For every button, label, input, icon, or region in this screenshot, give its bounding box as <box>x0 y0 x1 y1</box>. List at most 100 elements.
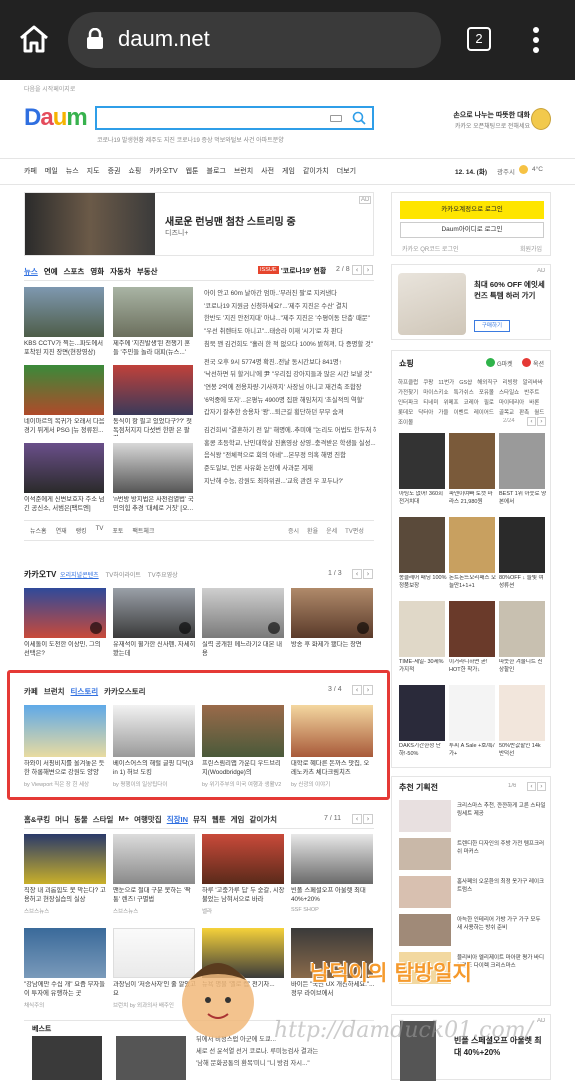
shopping-thumb[interactable] <box>399 685 445 741</box>
news-thumb-caption[interactable]: 제주에 '지진발생'된 전쟁기 혼들 '주민들 놀라 대피(뉴스...' <box>113 340 195 358</box>
news-tab[interactable]: 연예 <box>44 266 58 277</box>
recommend-thumb[interactable] <box>399 838 451 870</box>
next-arrow-icon[interactable]: › <box>537 782 546 791</box>
recommend-thumb[interactable] <box>399 876 451 908</box>
recommend-caption[interactable]: 아늑한 인테리어 가방 가구 가구 모두 새 사용하는 방쉬 준비 <box>457 916 547 944</box>
news-headline[interactable]: 갑자기 잘추한 승용차 '꽝'...퇴근길 횡단하던 부부 숨져 <box>204 407 376 416</box>
url-text[interactable]: daum.net <box>118 26 210 52</box>
cafe-source[interactable]: by 신광의 이야기 <box>291 780 375 788</box>
shopping-thumb[interactable] <box>499 517 545 573</box>
news-headline[interactable]: 음식왕 "전체적으로 회의 아녜"...본부정 의혹 해명 진함 <box>204 450 376 459</box>
shopping-caption[interactable]: 80%OFF ↓ 늘빛 여성류션 <box>499 575 547 593</box>
news-headline[interactable]: '연봉 2억에 전용차량·기사까지' 사장님 아니고 재건축 조합장 <box>204 382 376 391</box>
news-thumb-caption[interactable]: 네이마르의 복귀가 오래서 다음 경기 뛰게서 PSG [뉴 정류된... <box>24 418 106 436</box>
play-icon[interactable] <box>268 622 280 634</box>
news-sub-tab[interactable]: 포토 <box>112 526 123 535</box>
cafe-thumb[interactable] <box>113 705 195 757</box>
kakaotv-tab[interactable]: 오리지널콘텐츠 <box>60 570 99 579</box>
shopping-link[interactable]: 위메프 <box>443 398 458 406</box>
home-icon[interactable] <box>18 24 50 54</box>
kakao-login-button[interactable]: 카카오계정으로 로그인 <box>400 201 544 219</box>
shopping-caption[interactable]: 이거라니하면 곧! HOT한 착가↓ <box>449 659 497 677</box>
shopping-link[interactable]: 조이몰 <box>398 418 413 426</box>
auction-link[interactable]: 옥션 <box>533 359 544 368</box>
news-headline[interactable]: 지난해 수능, 강원도 최하위권...'교육 관련 우 꼬두나?' <box>204 476 376 485</box>
issue-text[interactable]: '코로나19' 현황 <box>281 266 326 276</box>
news-right-link[interactable]: 증시 <box>288 526 299 535</box>
news-sub-tab[interactable]: 랭킹 <box>76 526 87 535</box>
lifestyle-tab[interactable]: 뮤직 <box>193 814 207 825</box>
news-headline[interactable]: 준도일보, 언론 사유화 논란에 사과문 게재 <box>204 463 376 472</box>
cafe-tab[interactable]: 티스토리 <box>71 686 99 697</box>
shopping-thumb[interactable] <box>449 685 495 741</box>
best-line[interactable]: '남해 문화공통의 환복'미니 "니 방검 자시..." <box>196 1058 371 1067</box>
news-tab[interactable]: 뉴스 <box>24 266 38 277</box>
lifestyle-thumb[interactable] <box>202 834 284 884</box>
lifestyle-caption[interactable]: 직장 내 괴롭힘도 못 막는다? 고용허고 현장실습의 실상 <box>24 887 108 905</box>
shopping-link[interactable]: 가전찾기 <box>398 388 418 396</box>
cafe-source[interactable]: by 평행이의 일상팁다이 <box>113 780 197 788</box>
lifestyle-tab[interactable]: 스타일 <box>93 814 114 825</box>
prev-arrow-icon[interactable]: ‹ <box>527 782 536 791</box>
cafe-source[interactable]: by Viewport 직은 장 힌 세상 <box>24 780 108 788</box>
shopping-link[interactable]: 가을 <box>438 408 448 416</box>
kakaotv-caption[interactable]: 이세돌이 도전한 이상민, 그의 선택은? <box>24 641 108 659</box>
shopping-link[interactable]: 코레아 <box>464 398 479 406</box>
shopping-link[interactable]: 마이테리아 <box>499 398 524 406</box>
promo-line-2[interactable]: 카카오 오픈채팅으로 전해세요 <box>420 121 530 130</box>
shopping-link[interactable]: 쿠팡 <box>423 378 433 386</box>
kakaotv-tab[interactable]: TV하이라이트 <box>106 570 141 579</box>
lifestyle-tab[interactable]: M+ <box>118 814 129 825</box>
lifestyle-source[interactable]: 스브스뉴스 <box>113 907 197 915</box>
set-homepage-link[interactable]: 다음을 시작페이지로 <box>24 84 75 93</box>
cafe-thumb[interactable] <box>291 705 373 757</box>
best-line[interactable]: 세로 선 윤석열 선거 코로나. 루미능검사 결과는 <box>196 1046 371 1055</box>
cafe-tab[interactable]: 브런치 <box>44 686 65 697</box>
recommend-thumb[interactable] <box>399 914 451 946</box>
shopping-thumb[interactable] <box>449 433 495 489</box>
right-ad[interactable]: 최대 60% OFF 에잇세컨즈 특템 하러 가기 구매하기 AD <box>391 264 551 340</box>
lifestyle-source[interactable]: 스브스뉴스 <box>24 907 108 915</box>
news-headline[interactable]: 전국 오후 9시 5774명 확진..전날 동시간보다 841명↑ <box>204 357 376 366</box>
gnb-item[interactable]: 게임 <box>282 166 295 178</box>
shopping-link[interactable]: 티네미 <box>423 398 438 406</box>
gnb-item[interactable]: 카카오TV <box>149 166 177 178</box>
prev-arrow-icon[interactable]: ‹ <box>352 814 362 824</box>
news-headline[interactable]: '코로나19 지원금 신청하세요!'...'제주 지진은 수산' 결치 <box>204 301 376 310</box>
shopping-thumb[interactable] <box>399 433 445 489</box>
recommend-caption[interactable]: 트렌디한 디자인의 주방 가전 템프크러쉬 마커스 <box>457 840 547 868</box>
shopping-link[interactable]: 롯데모 <box>398 408 413 416</box>
more-menu-icon[interactable] <box>530 26 542 54</box>
shopping-thumb[interactable] <box>399 601 445 657</box>
weather-location[interactable]: 광주시 <box>497 166 515 176</box>
lifestyle-caption[interactable]: 맨눈으로 절대 구분 못하는 '짝퉁' 렌즈! 구별법 <box>113 887 197 905</box>
shopping-caption[interactable]: 파덴이여빠 토캣 마라스 21,980원 <box>449 491 497 509</box>
news-thumb-image[interactable] <box>113 443 193 493</box>
daum-login-button[interactable]: Daum아이디로 로그인 <box>400 222 544 238</box>
gmarket-link[interactable]: G마켓 <box>497 359 513 368</box>
cafe-caption[interactable]: 대학로 혜다른 돈까스 맛집, 오레노카츠 체다크림치즈 <box>291 760 375 778</box>
shopping-link[interactable]: GS샵 <box>459 378 472 386</box>
promo-line-1[interactable]: 손으로 나누는 따뜻한 대화 <box>420 110 530 120</box>
lifestyle-tab[interactable]: 게임 <box>231 814 245 825</box>
shopping-caption[interactable]: BEST 1위 아웃로 양 본에서 <box>499 491 547 509</box>
lifestyle-thumb[interactable] <box>24 928 106 978</box>
shopping-link[interactable]: 해외직구 <box>477 378 497 386</box>
shopping-link[interactable]: 필로 <box>484 398 494 406</box>
shopping-caption[interactable]: 따뜻한 겨울니트 신상할인 <box>499 659 547 677</box>
lifestyle-thumb[interactable] <box>113 834 195 884</box>
news-headline[interactable]: 홍콩 초등학교, 난민대학살 진흙영상 상영..충격받은 학생들 실성... <box>204 438 376 447</box>
gnb-item[interactable]: 더보기 <box>337 166 356 178</box>
cafe-caption[interactable]: 하와이 서핑비치를 올겨놓은 듯한 하롱해변으로 강원도 양양 <box>24 760 108 778</box>
kakaotv-caption[interactable]: 실력 공개된 메느라기2 대본 내용 <box>202 641 286 659</box>
lifestyle-caption[interactable]: "강남에만 수십 개" 요즘 부자들이 투자에 유행하는 곳 <box>24 981 108 999</box>
shopping-link[interactable]: 골목교 <box>499 408 514 416</box>
shopping-link[interactable]: 이벤트 <box>454 408 469 416</box>
lifestyle-tab[interactable]: 여행맛집 <box>134 814 162 825</box>
shopping-link[interactable]: 마이스키쇼 <box>423 388 448 396</box>
shopping-link[interactable]: 월드 <box>534 408 544 416</box>
shopping-caption[interactable]: 투씨 A Sale +호/특/가+ <box>449 743 497 761</box>
play-icon[interactable] <box>179 622 191 634</box>
news-tab[interactable]: 부동산 <box>137 266 158 277</box>
recommend-title[interactable]: 추천 기획전 <box>399 782 438 793</box>
